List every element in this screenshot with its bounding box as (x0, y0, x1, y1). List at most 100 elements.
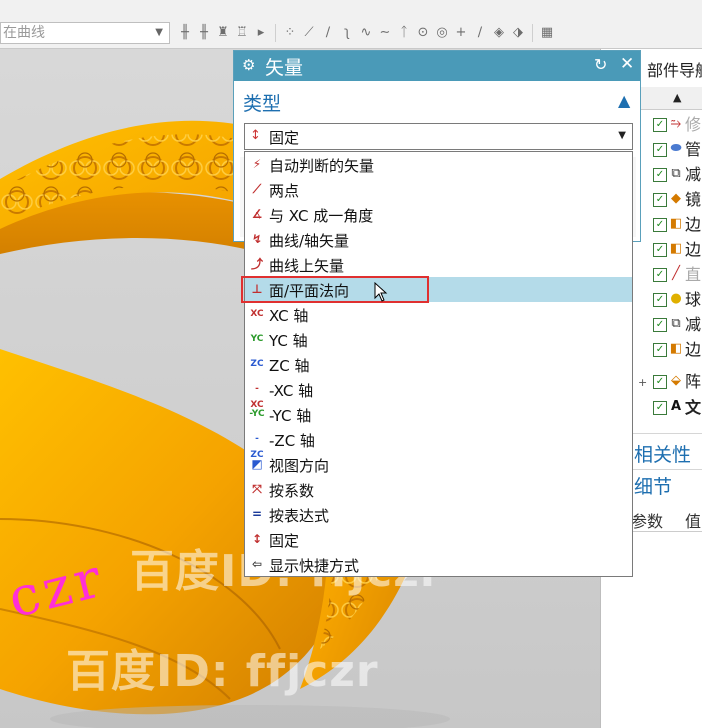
option-yc-axis[interactable]: YC YC 轴 (245, 327, 632, 352)
option-view-direction[interactable]: ◩ 视图方向 (245, 452, 632, 477)
expression-icon: = (251, 507, 263, 521)
gear-icon[interactable]: ⚙ (242, 56, 255, 74)
option-by-expression[interactable]: = 按表达式 (245, 502, 632, 527)
option-inferred-vector[interactable]: ⚡ 自动判断的矢量 (245, 152, 632, 177)
check-icon[interactable]: ✓ (653, 293, 667, 307)
expand-icon[interactable]: + (638, 376, 647, 389)
column-parameter[interactable]: 参数 (631, 508, 663, 532)
grid-icon[interactable]: ▦ (540, 25, 554, 41)
tree-item[interactable]: ✓ ● 球 (653, 289, 702, 311)
quadrant-icon[interactable]: ◎ (435, 25, 449, 41)
curve-axis-icon: ↯ (251, 232, 263, 246)
check-icon[interactable]: ✓ (653, 401, 667, 415)
tree-item[interactable]: ✓ ◆ 镜 (653, 189, 702, 211)
dialog-title: 矢量 (265, 57, 304, 79)
tree-item[interactable]: ✓ ⬙ 阵 (653, 371, 702, 393)
inferred-vector-icon: ⚡ (252, 157, 262, 171)
option-xc-axis[interactable]: XC XC 轴 (245, 302, 632, 327)
tree-item[interactable]: ✓ ◧ 边 (653, 239, 702, 261)
option-neg-zc-axis[interactable]: -ZC -ZC 轴 (245, 427, 632, 460)
tree-header-label (643, 87, 647, 109)
parallel-lines-icon[interactable]: ╫ (178, 25, 192, 41)
vector-type-dropdown: ⚡ 自动判断的矢量 ⟋ 两点 ∡ 与 XC 成一角度 ↯ 曲线/轴矢量 ⤴ 曲线上矢量 ⊥… (244, 151, 633, 577)
option-curve-axis-vector[interactable]: ↯ 曲线/轴矢量 (245, 227, 632, 252)
tree-item[interactable]: ✓ ⥲ 修 (653, 114, 702, 136)
tree-item[interactable]: ✓ ◧ 边 (653, 339, 702, 361)
mid-point-icon[interactable]: ʅ (340, 25, 354, 41)
subtract-icon: ⧉ (671, 316, 681, 331)
snap-grid-icon[interactable]: ⁘ (283, 25, 297, 41)
line-snap-icon[interactable]: ⟋ (302, 25, 316, 41)
tree-item[interactable]: ✓ ⧉ 减 (653, 314, 702, 336)
yc-axis-icon: YC (250, 334, 264, 344)
option-fixed[interactable]: ↕ 固定 (245, 527, 632, 552)
fixed-vector-icon: ↕ (250, 128, 261, 143)
check-icon[interactable]: ✓ (653, 193, 667, 207)
mouse-cursor-icon (374, 282, 388, 302)
check-icon[interactable]: ✓ (653, 375, 667, 389)
chevron-down-icon[interactable]: ▼ (618, 130, 626, 141)
neg-yc-axis-icon: -YC (249, 409, 265, 419)
check-icon[interactable]: ✓ (653, 243, 667, 257)
edge-blend-icon: ◧ (669, 341, 683, 356)
check-icon[interactable]: ✓ (653, 318, 667, 332)
subtract-icon: ⧉ (671, 166, 681, 181)
control-point-icon[interactable]: ∿ (359, 25, 373, 41)
collapse-icon[interactable]: ▲ (618, 91, 630, 110)
option-vector-on-curve[interactable]: ⤴ 曲线上矢量 (245, 252, 632, 277)
tree-item[interactable]: ✓ ⬬ 管 (653, 139, 702, 161)
fixed-vector-icon: ↕ (251, 532, 263, 546)
play-icon[interactable]: ▸ (254, 25, 268, 41)
tree-header[interactable]: ▲ (641, 87, 702, 110)
mirror-icon: ◆ (671, 191, 681, 206)
stamp-icon[interactable]: ♖ (235, 25, 249, 41)
edge-blend-icon: ◧ (669, 241, 683, 256)
sphere-icon: ● (670, 291, 682, 306)
divider (621, 469, 702, 470)
chevron-down-icon[interactable]: ▼ (155, 23, 163, 43)
option-by-coefficients[interactable]: ⤧ 按系数 (245, 477, 632, 502)
check-icon[interactable]: ✓ (653, 218, 667, 232)
close-icon[interactable]: ✕ (620, 54, 634, 74)
check-icon[interactable]: ✓ (653, 143, 667, 157)
check-icon[interactable]: ✓ (653, 268, 667, 282)
option-neg-yc-axis[interactable]: -YC -YC 轴 (245, 402, 632, 427)
option-two-points[interactable]: ⟋ 两点 (245, 177, 632, 202)
vector-type-value: 固定 (269, 129, 300, 147)
check-icon[interactable]: ✓ (653, 118, 667, 132)
parallel-lines-icon[interactable]: ╫ (197, 25, 211, 41)
tree-item[interactable]: ✓ ⧉ 减 (653, 164, 702, 186)
point-on-curve-icon[interactable]: ∕ (473, 25, 487, 41)
option-zc-axis[interactable]: ZC ZC 轴 (245, 352, 632, 377)
pattern-icon: ⬙ (671, 373, 681, 388)
point-on-face-icon[interactable]: ◈ (492, 25, 506, 41)
type-section-label: 类型 (243, 93, 282, 115)
tree-item[interactable]: ✓ ◧ 边 (653, 214, 702, 236)
dialog-title-bar[interactable]: ⚙ 矢量 ↻ ✕ (234, 51, 640, 81)
curve-point-icon[interactable]: ∼ (378, 25, 392, 41)
tree-item[interactable]: ✓ A 文 (653, 397, 702, 419)
reset-icon[interactable]: ↻ (594, 55, 607, 74)
xc-axis-icon: XC (250, 309, 264, 319)
details-section[interactable]: 细节 (634, 472, 672, 499)
arc-center-icon[interactable]: ⊙ (416, 25, 430, 41)
existing-point-icon[interactable]: + (454, 25, 468, 41)
end-point-icon[interactable]: ∕ (321, 25, 335, 41)
option-neg-xc-axis[interactable]: -XC -XC 轴 (245, 377, 632, 410)
toolbar-separator (275, 24, 276, 42)
dependencies-section[interactable]: 相关性 (634, 440, 691, 467)
intersection-icon[interactable]: ᛏ (397, 25, 411, 41)
option-show-shortcuts[interactable]: ⇦ 显示快捷方式 (245, 552, 632, 577)
check-icon[interactable]: ✓ (653, 168, 667, 182)
option-angle-to-xc[interactable]: ∡ 与 XC 成一角度 (245, 202, 632, 227)
bounded-grid-icon[interactable]: ⬗ (511, 25, 525, 41)
feature-icon[interactable]: ♜ (216, 25, 230, 41)
watermark: 百度ID: ffjczr (66, 646, 379, 697)
vector-type-select[interactable]: ↕ 固定 ▼ (244, 123, 633, 150)
sort-up-icon[interactable]: ▲ (673, 87, 681, 109)
check-icon[interactable]: ✓ (653, 343, 667, 357)
divider (621, 433, 702, 434)
curve-rule-select[interactable]: 在曲线 ▼ (0, 22, 170, 44)
tree-item[interactable]: ✓ ╱ 直 (653, 264, 702, 286)
column-value[interactable]: 值 (685, 508, 701, 532)
